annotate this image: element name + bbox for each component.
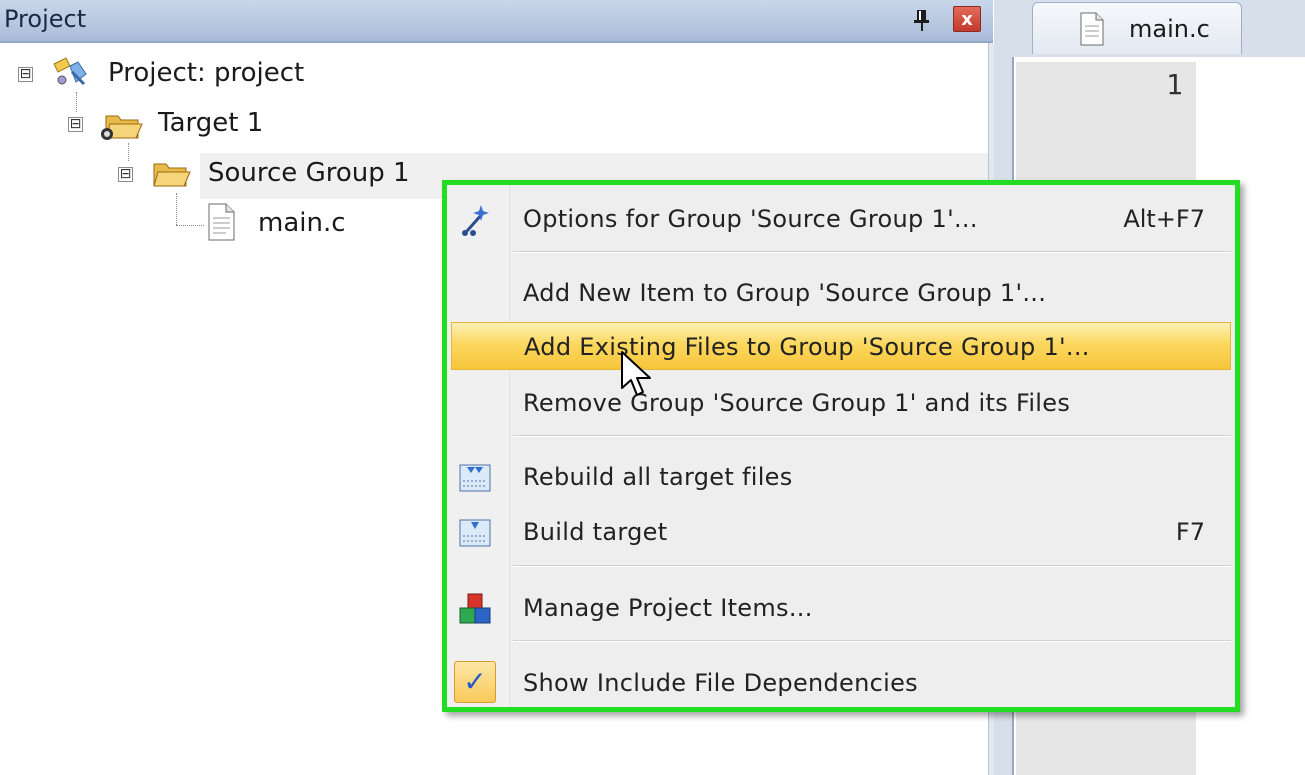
mouse-pointer-icon — [620, 350, 656, 404]
menu-item-label: Remove Group 'Source Group 1' and its Fi… — [523, 389, 1071, 417]
menu-separator — [513, 435, 1231, 437]
menu-item-build-target[interactable]: Build target F7 — [447, 508, 1235, 556]
menu-item-manage-project-items[interactable]: Manage Project Items... — [447, 584, 1235, 632]
menu-item-label: Build target — [523, 518, 668, 546]
tree-label-project: Project: project — [108, 58, 305, 88]
panel-header: Project x — [0, 0, 993, 43]
build-icon — [457, 514, 493, 550]
menu-item-remove-group[interactable]: Remove Group 'Source Group 1' and its Fi… — [447, 379, 1235, 427]
menu-item-rebuild-all[interactable]: Rebuild all target files — [447, 453, 1235, 501]
collapse-toggle[interactable]: ⊟ — [68, 117, 83, 132]
menu-separator — [513, 251, 1231, 253]
tree-connector — [176, 225, 204, 226]
folder-icon — [150, 158, 192, 194]
rebuild-icon — [457, 459, 493, 495]
menu-item-show-include-deps[interactable]: ✓ Show Include File Dependencies — [447, 659, 1235, 707]
manage-items-icon — [457, 590, 493, 626]
close-icon: x — [961, 9, 973, 30]
context-menu: Options for Group 'Source Group 1'... Al… — [442, 180, 1240, 712]
pin-icon[interactable] — [911, 7, 933, 33]
menu-item-label: Manage Project Items... — [523, 594, 813, 622]
options-wand-icon — [457, 201, 493, 237]
close-button[interactable]: x — [953, 6, 981, 32]
tree-label-target: Target 1 — [158, 108, 264, 138]
collapse-toggle[interactable]: ⊟ — [18, 67, 33, 82]
menu-item-add-existing-files[interactable]: Add Existing Files to Group 'Source Grou… — [451, 322, 1231, 370]
menu-item-label: Add New Item to Group 'Source Group 1'..… — [523, 279, 1047, 307]
target-folder-icon — [98, 108, 144, 146]
menu-item-label: Show Include File Dependencies — [523, 669, 918, 697]
file-icon — [1077, 11, 1107, 51]
menu-item-shortcut: Alt+F7 — [1123, 205, 1205, 233]
menu-separator — [513, 640, 1231, 642]
panel-title: Project — [4, 5, 87, 33]
checkmark-icon: ✓ — [454, 661, 496, 703]
menu-item-shortcut: F7 — [1175, 518, 1205, 546]
line-number: 1 — [1166, 68, 1183, 101]
tree-label-source-group: Source Group 1 — [208, 158, 410, 188]
tree-connector — [176, 193, 177, 225]
collapse-toggle[interactable]: ⊟ — [118, 167, 133, 182]
file-icon — [204, 202, 238, 246]
menu-separator — [513, 565, 1231, 567]
tab-label: main.c — [1129, 15, 1210, 43]
tab-main-c[interactable]: main.c — [1032, 2, 1242, 54]
tree-connector — [76, 92, 77, 112]
menu-item-label: Add Existing Files to Group 'Source Grou… — [524, 333, 1090, 361]
menu-item-options-for-group[interactable]: Options for Group 'Source Group 1'... Al… — [447, 195, 1235, 243]
menu-item-label: Rebuild all target files — [523, 463, 793, 491]
project-icon — [48, 54, 92, 94]
tree-label-file: main.c — [258, 208, 346, 238]
menu-item-label: Options for Group 'Source Group 1'... — [523, 205, 978, 233]
menu-item-add-new-item[interactable]: Add New Item to Group 'Source Group 1'..… — [447, 269, 1235, 317]
